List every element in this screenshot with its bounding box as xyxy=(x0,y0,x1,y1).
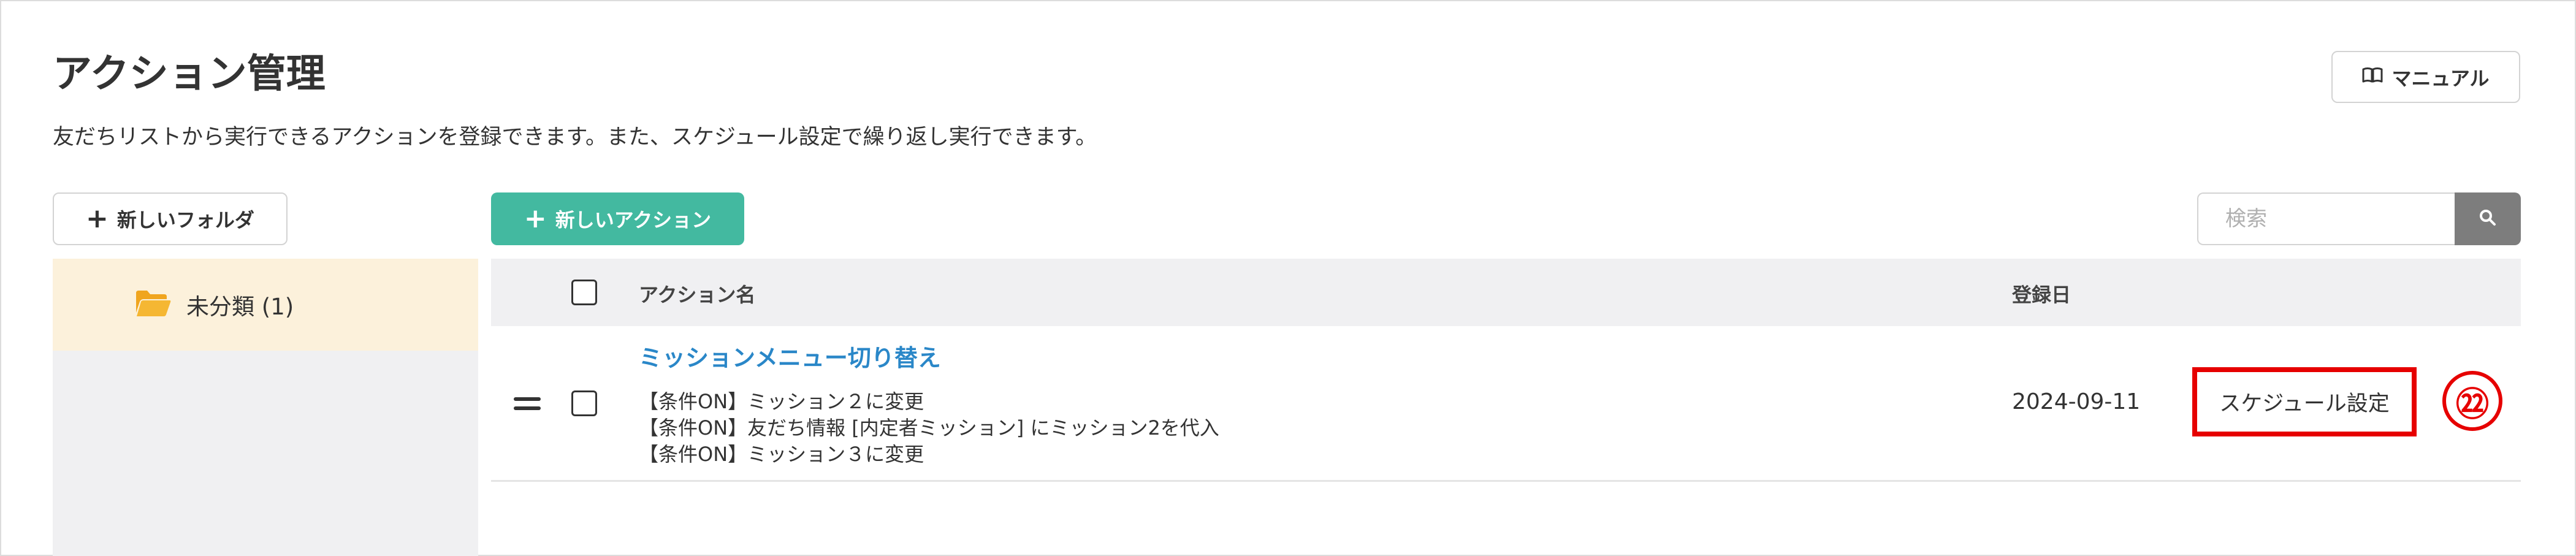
plus-icon: + xyxy=(524,203,547,234)
search-button[interactable] xyxy=(2455,192,2521,245)
column-header-date: 登録日 xyxy=(2012,283,2071,307)
column-header-action-name: アクション名 xyxy=(639,283,756,307)
new-folder-button[interactable]: + 新しいフォルダ xyxy=(53,192,288,245)
action-detail-line: 【条件ON】ミッション２に変更 xyxy=(639,390,924,413)
action-detail-line: 【条件ON】ミッション３に変更 xyxy=(639,443,924,466)
manual-button-label: マニュアル xyxy=(2391,66,2490,90)
sidebar-folder-uncategorized[interactable]: 未分類 (1) xyxy=(53,259,478,351)
table-header xyxy=(491,259,2521,326)
schedule-settings-button[interactable]: スケジュール設定 xyxy=(2219,386,2390,417)
action-name-link[interactable]: ミッションメニュー切り替え xyxy=(639,339,941,373)
book-icon xyxy=(2362,66,2383,89)
callout-number: ㉒ xyxy=(2442,371,2502,431)
row-checkbox[interactable] xyxy=(571,390,597,416)
drag-handle-icon[interactable] xyxy=(514,397,541,416)
plus-icon: + xyxy=(86,203,109,234)
new-folder-label: 新しいフォルダ xyxy=(116,208,254,232)
select-all-checkbox[interactable] xyxy=(571,280,597,305)
registration-date: 2024-09-11 xyxy=(2012,389,2141,414)
row-divider xyxy=(491,480,2521,482)
manual-button[interactable]: マニュアル xyxy=(2331,51,2520,103)
action-detail-line: 【条件ON】友だち情報 [内定者ミッション] にミッション2を代入 xyxy=(639,416,1219,440)
search-input[interactable] xyxy=(2197,192,2456,245)
new-action-label: 新しいアクション xyxy=(555,208,712,232)
schedule-highlight-box: スケジュール設定 xyxy=(2192,367,2417,436)
search-icon xyxy=(2479,208,2497,229)
folder-open-icon xyxy=(135,289,172,320)
page-title: アクション管理 xyxy=(53,51,326,97)
page-description: 友だちリストから実行できるアクションを登録できます。また、スケジュール設定で繰り… xyxy=(53,125,1097,150)
folder-label: 未分類 (1) xyxy=(186,294,294,320)
new-action-button[interactable]: + 新しいアクション xyxy=(491,192,744,245)
